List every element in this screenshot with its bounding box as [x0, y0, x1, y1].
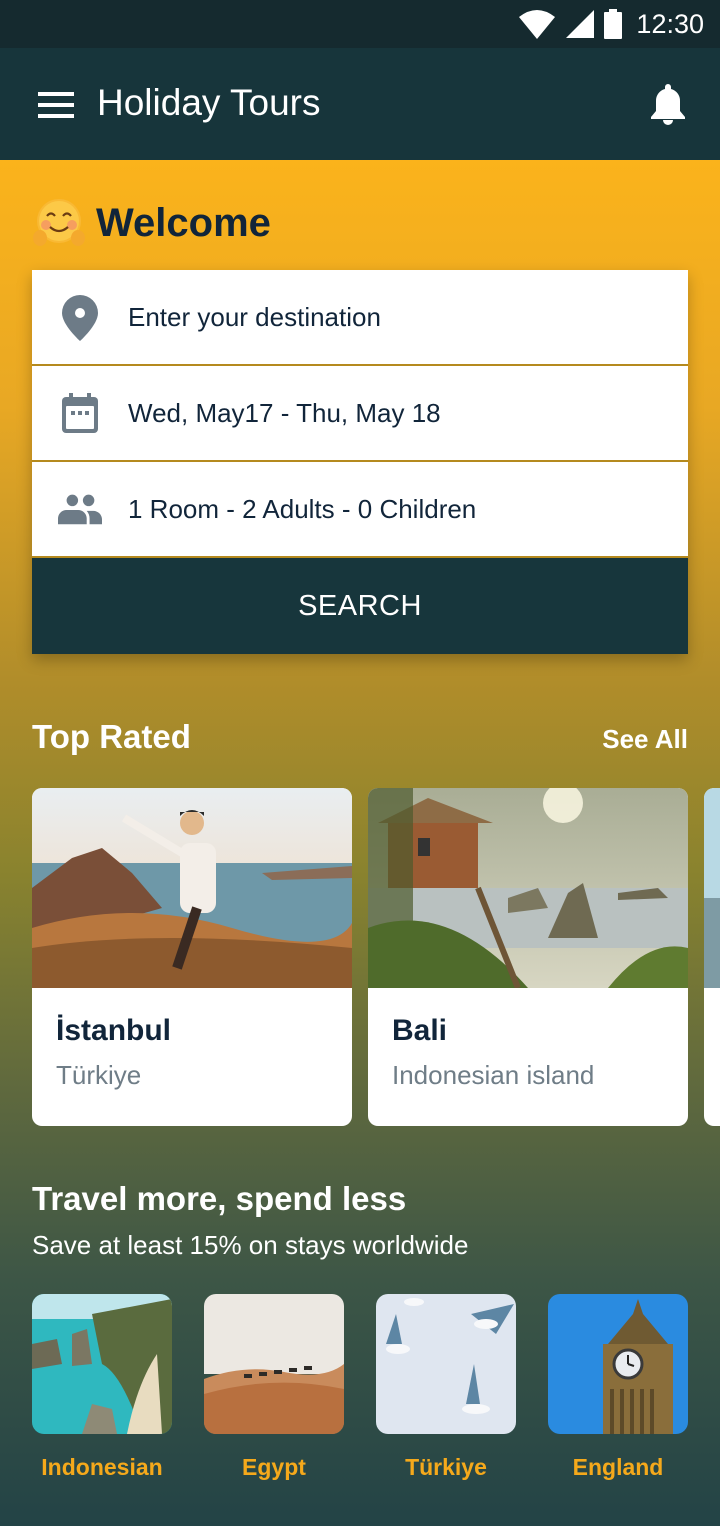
people-icon [58, 487, 102, 531]
guests-field[interactable]: 1 Room - 2 Adults - 0 Children [32, 462, 688, 558]
search-button[interactable]: SEARCH [32, 558, 688, 654]
promo-subtitle: Save at least 15% on stays worldwide [32, 1230, 469, 1260]
top-rated-carousel[interactable]: İstanbul Türkiye Bali Indonesian island [32, 788, 720, 1128]
card-title: Bali [392, 1014, 448, 1047]
status-time: 12:30 [636, 8, 704, 39]
card-subtitle: Indonesian island [392, 1060, 595, 1090]
dates-field[interactable]: Wed, May17 - Thu, May 18 [32, 366, 688, 462]
top-rated-title: Top Rated [32, 718, 191, 755]
welcome-text: Welcome [96, 200, 271, 245]
calendar-icon [58, 391, 102, 435]
top-rated-card[interactable] [704, 788, 720, 1126]
wifi-icon [519, 10, 556, 39]
promo-title: Travel more, spend less [32, 1180, 407, 1217]
app-title: Holiday Tours [97, 82, 321, 123]
search-form: Wed, May17 - Thu, May 18 1 Room - 2 Adul… [32, 270, 688, 654]
hugging-face-emoji [32, 196, 86, 250]
destination-item[interactable]: Egypt [204, 1294, 344, 1481]
card-title: İstanbul [56, 1014, 172, 1047]
app-bar: Holiday Tours [0, 48, 720, 160]
bell-icon[interactable] [648, 82, 688, 126]
menu-icon[interactable] [38, 92, 74, 118]
treehouse-cliffs-photo [368, 788, 688, 988]
guests-value: 1 Room - 2 Adults - 0 Children [128, 493, 477, 524]
dates-value: Wed, May17 - Thu, May 18 [128, 397, 441, 428]
top-rated-card[interactable]: İstanbul Türkiye [32, 788, 352, 1126]
destination-item[interactable]: England [548, 1294, 688, 1481]
destination-field[interactable] [32, 270, 688, 366]
desert-camels-photo [204, 1294, 344, 1434]
top-rated-header: Top Rated See All [32, 718, 688, 756]
destination-label: Indonesian [41, 1454, 163, 1480]
location-pin-icon [58, 295, 102, 341]
welcome-heading: Welcome [32, 196, 271, 250]
status-bar: 12:30 [0, 0, 720, 48]
see-all-link[interactable]: See All [602, 724, 688, 755]
card-subtitle: Türkiye [56, 1060, 142, 1090]
beach-waves-photo [704, 788, 720, 988]
battery-icon [604, 9, 623, 39]
big-ben-photo [548, 1294, 688, 1434]
destination-input[interactable] [128, 301, 668, 333]
main-content: Welcome Wed, May17 - Thu, May 18 1 Room … [0, 160, 720, 1526]
signal-icon [566, 10, 595, 38]
destination-item[interactable]: Türkiye [376, 1294, 516, 1481]
destination-label: Egypt [242, 1454, 306, 1480]
destination-label: Türkiye [405, 1454, 487, 1480]
turquoise-bay-cliffs-photo [32, 1294, 172, 1434]
destination-label: England [572, 1454, 664, 1480]
seagulls-photo [376, 1294, 516, 1434]
destinations-list: Indonesian Egypt Türkiye England [32, 1294, 688, 1481]
destination-item[interactable]: Indonesian [32, 1294, 172, 1481]
hiker-on-coastal-hill-photo [32, 788, 352, 988]
top-rated-card[interactable]: Bali Indonesian island [368, 788, 688, 1126]
